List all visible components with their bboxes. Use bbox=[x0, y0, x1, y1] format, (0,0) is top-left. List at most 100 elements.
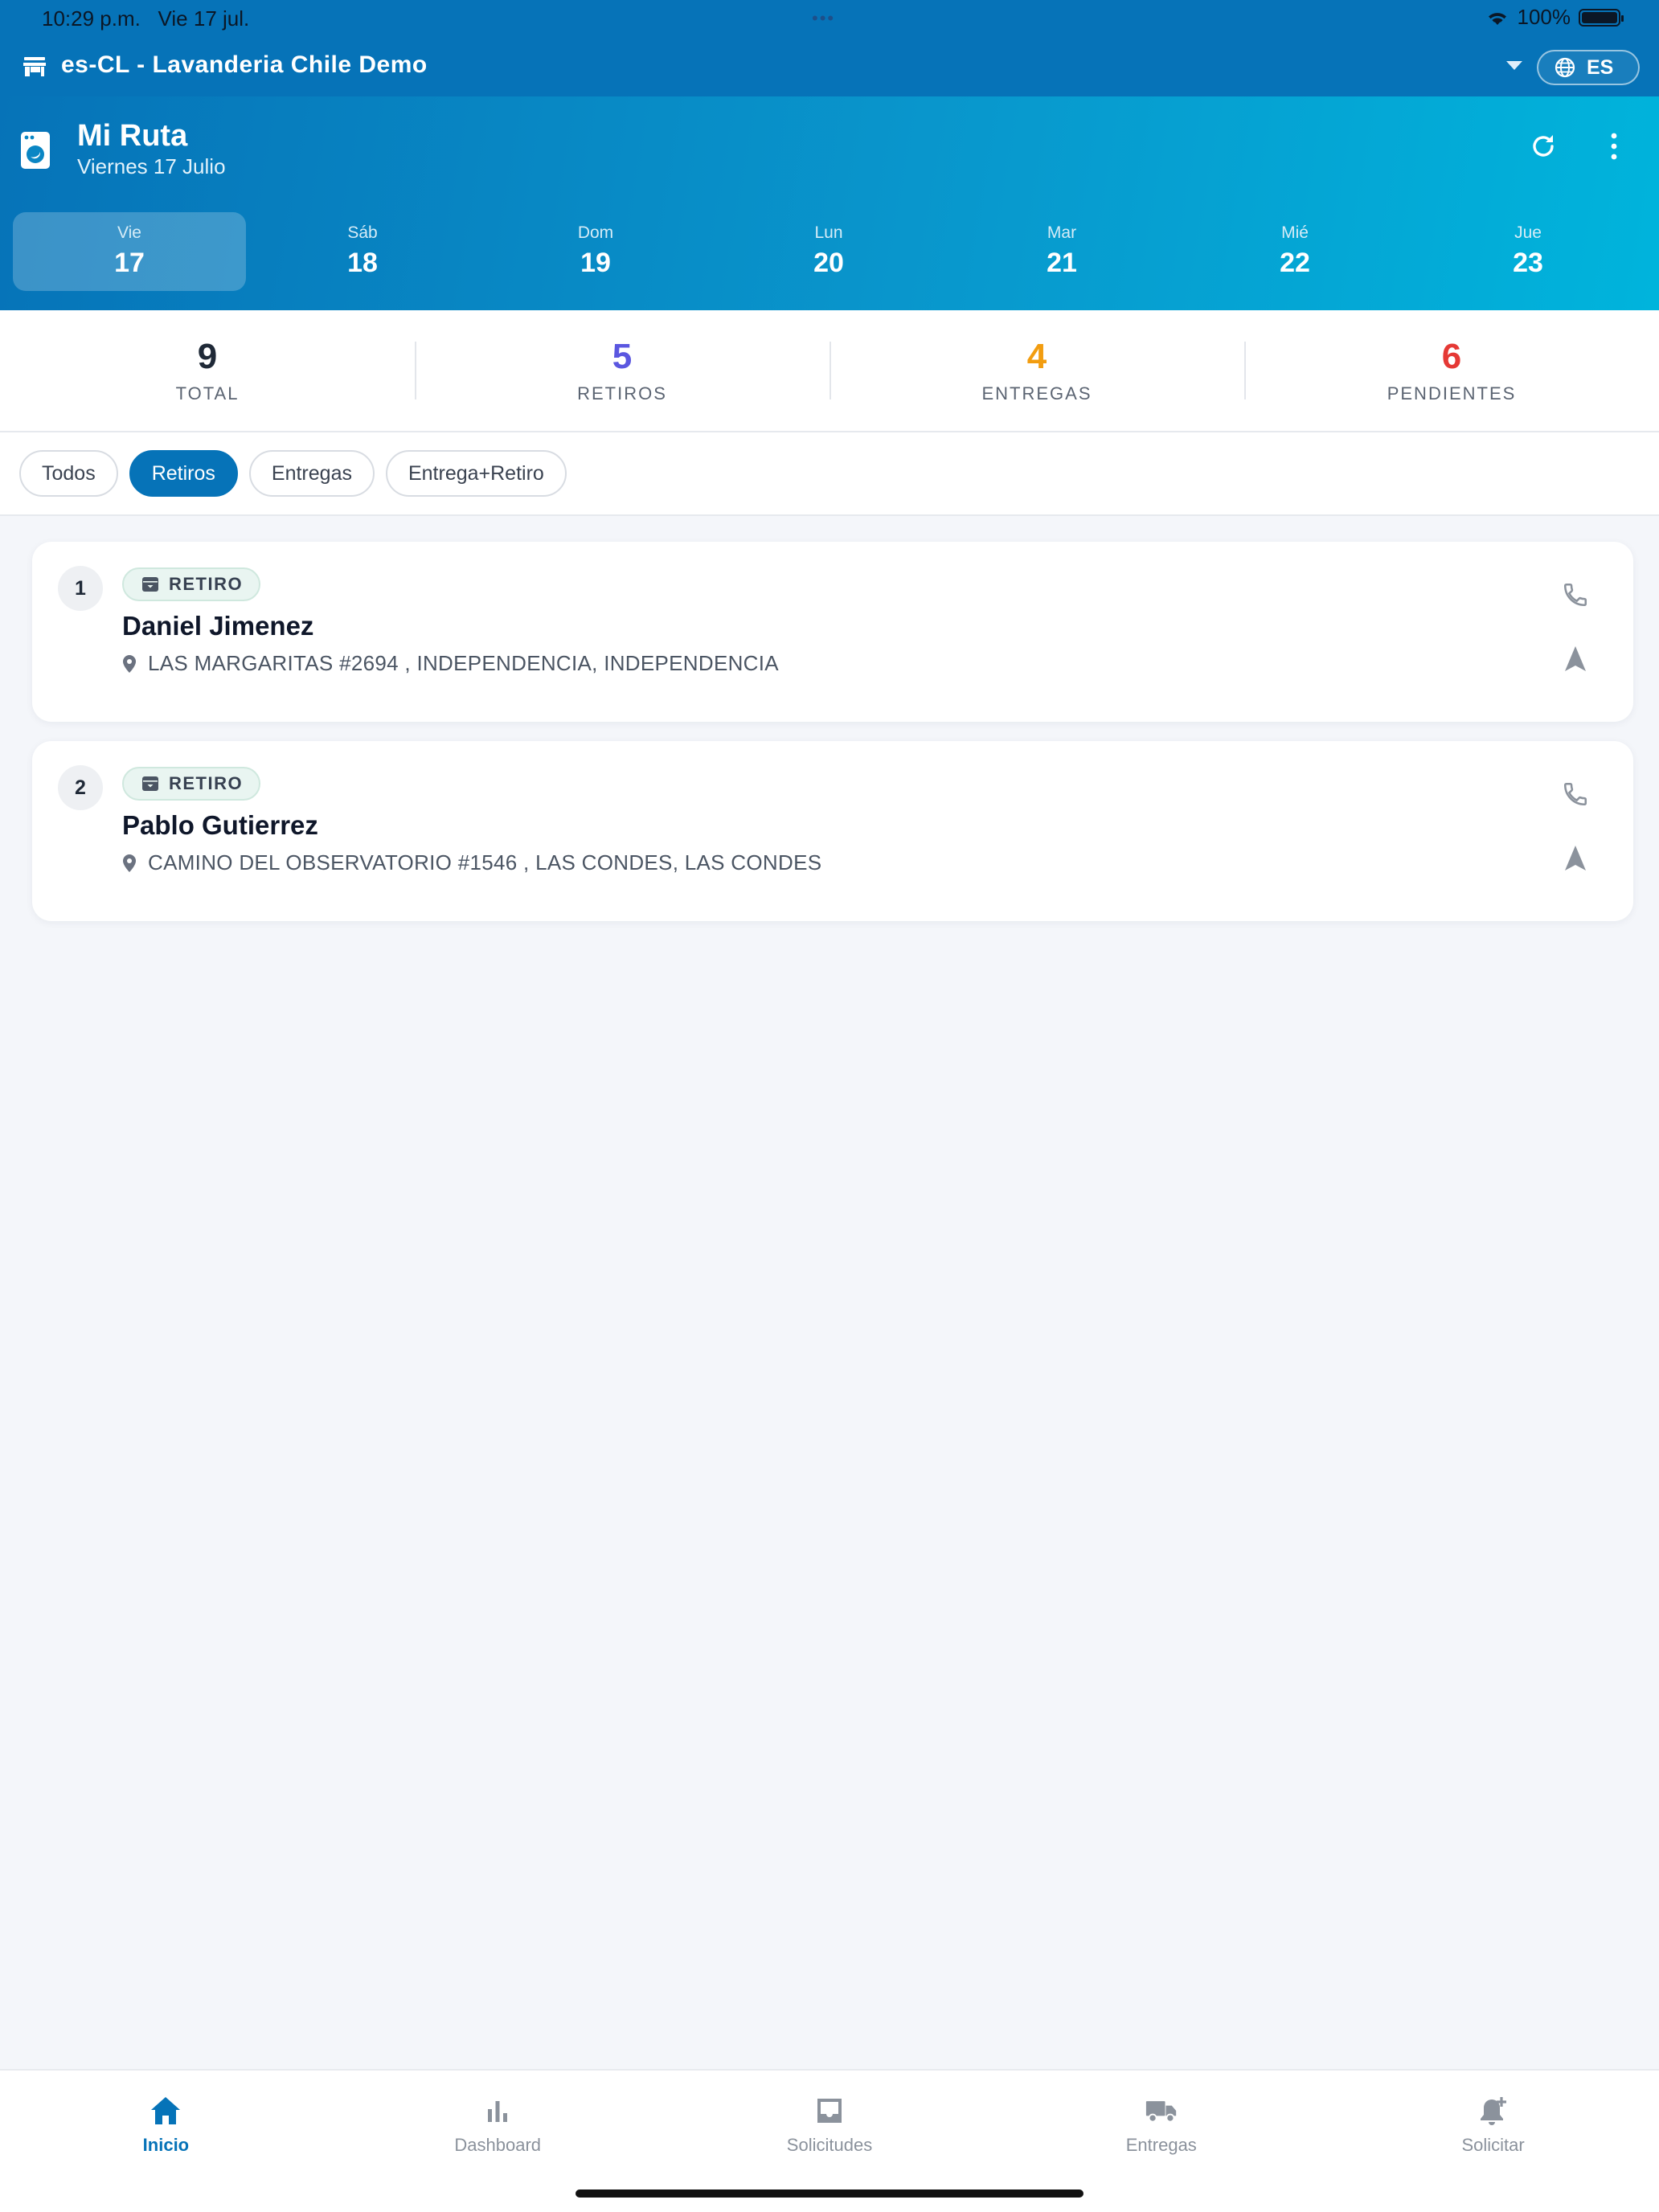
tab-label: Inicio bbox=[142, 2135, 190, 2155]
multitasking-dots[interactable]: ••• bbox=[812, 8, 835, 29]
tab-label: Solicitar bbox=[1461, 2135, 1525, 2155]
filter-todos[interactable]: Todos bbox=[19, 450, 118, 497]
inbox-icon bbox=[813, 2095, 846, 2127]
day-number: 22 bbox=[1280, 248, 1310, 278]
filter-chips: Todos Retiros Entregas Entrega+Retiro bbox=[0, 432, 1659, 516]
day-number: 19 bbox=[580, 248, 611, 278]
stop-card[interactable]: 2 RETIRO Pablo Gutierrez CAMINO DEL OBSE… bbox=[32, 741, 1633, 921]
store-name[interactable]: es-CL - Lavanderia Chile Demo bbox=[61, 51, 428, 79]
stat-value: 5 bbox=[612, 337, 633, 376]
day-mar[interactable]: Mar 21 bbox=[945, 212, 1178, 291]
stat-label: TOTAL bbox=[175, 383, 240, 403]
navigate-button[interactable] bbox=[1558, 841, 1593, 876]
day-name: Sáb bbox=[347, 223, 378, 242]
day-name: Dom bbox=[577, 223, 614, 242]
day-jue[interactable]: Jue 23 bbox=[1411, 212, 1645, 291]
filter-retiros[interactable]: Retiros bbox=[129, 450, 238, 497]
language-selector[interactable]: ES bbox=[1537, 50, 1640, 85]
status-indicators: 100% bbox=[1485, 5, 1624, 30]
battery-percent: 100% bbox=[1517, 5, 1571, 29]
home-indicator[interactable] bbox=[576, 2189, 1083, 2198]
day-name: Mar bbox=[1047, 223, 1077, 242]
filter-entrega-retiro[interactable]: Entrega+Retiro bbox=[385, 450, 567, 497]
day-lun[interactable]: Lun 20 bbox=[712, 212, 945, 291]
chevron-down-icon[interactable] bbox=[1506, 61, 1522, 70]
stat-retiros: 5 RETIROS bbox=[415, 338, 830, 403]
day-name: Jue bbox=[1514, 223, 1542, 242]
refresh-button[interactable] bbox=[1526, 129, 1561, 164]
navigation-arrow-icon bbox=[1565, 646, 1586, 671]
day-sab[interactable]: Sáb 18 bbox=[246, 212, 479, 291]
stats-summary: 9 TOTAL 5 RETIROS 4 ENTREGAS 6 PENDIENTE… bbox=[0, 310, 1659, 432]
stat-label: RETIROS bbox=[577, 383, 667, 403]
stat-total: 9 TOTAL bbox=[0, 337, 415, 404]
phone-icon bbox=[1563, 583, 1587, 607]
stat-value: 6 bbox=[1441, 337, 1462, 376]
day-number: 21 bbox=[1047, 248, 1077, 278]
washing-machine-icon bbox=[21, 132, 50, 169]
call-button[interactable] bbox=[1558, 577, 1593, 612]
day-number: 18 bbox=[347, 248, 378, 278]
stop-card[interactable]: 1 RETIRO Daniel Jimenez LAS MARGARITAS #… bbox=[32, 542, 1633, 722]
day-number: 23 bbox=[1513, 248, 1543, 278]
stat-label: PENDIENTES bbox=[1387, 383, 1517, 403]
day-name: Mié bbox=[1281, 223, 1309, 242]
stat-value: 4 bbox=[1026, 337, 1047, 376]
page-title: Mi Ruta bbox=[77, 119, 188, 153]
truck-icon bbox=[1145, 2095, 1178, 2127]
address-text: LAS MARGARITAS #2694 , INDEPENDENCIA, IN… bbox=[148, 651, 779, 675]
day-number: 20 bbox=[813, 248, 844, 278]
status-time: 10:29 p.m. Vie 17 jul. bbox=[42, 6, 250, 31]
client-address: CAMINO DEL OBSERVATORIO #1546 , LAS COND… bbox=[122, 850, 821, 875]
stat-entregas: 4 ENTREGAS bbox=[830, 338, 1244, 403]
language-label: ES bbox=[1587, 55, 1614, 79]
more-vert-icon bbox=[1611, 133, 1617, 160]
location-pin-icon bbox=[123, 854, 136, 872]
stop-type-badge: RETIRO bbox=[122, 767, 261, 801]
tab-solicitar[interactable]: Solicitar bbox=[1327, 2071, 1659, 2212]
archive-icon bbox=[142, 577, 158, 592]
client-name: Pablo Gutierrez bbox=[122, 810, 318, 840]
day-mie[interactable]: Mié 22 bbox=[1178, 212, 1411, 291]
refresh-icon bbox=[1533, 135, 1554, 157]
stop-number: 2 bbox=[58, 765, 103, 810]
stop-type-badge: RETIRO bbox=[122, 567, 261, 601]
day-name: Vie bbox=[117, 223, 141, 242]
day-dom[interactable]: Dom 19 bbox=[479, 212, 712, 291]
page-subtitle: Viernes 17 Julio bbox=[77, 154, 226, 178]
store-icon bbox=[23, 57, 46, 76]
day-name: Lun bbox=[814, 223, 843, 242]
location-pin-icon bbox=[123, 654, 136, 673]
tab-inicio[interactable]: Inicio bbox=[0, 2071, 332, 2212]
phone-icon bbox=[1563, 782, 1587, 806]
navigation-arrow-icon bbox=[1565, 846, 1586, 870]
tab-label: Entregas bbox=[1125, 2135, 1197, 2155]
app-screen: 10:29 p.m. Vie 17 jul. ••• 100% es-CL - … bbox=[0, 0, 1659, 2212]
call-button[interactable] bbox=[1558, 776, 1593, 812]
client-name: Daniel Jimenez bbox=[122, 611, 314, 641]
route-header: Mi Ruta Viernes 17 Julio Vie 17 Sáb 18 D… bbox=[0, 96, 1659, 310]
stop-type-label: RETIRO bbox=[169, 773, 244, 793]
client-address: LAS MARGARITAS #2694 , INDEPENDENCIA, IN… bbox=[122, 651, 779, 676]
bar-chart-icon bbox=[481, 2095, 514, 2127]
navigate-button[interactable] bbox=[1558, 641, 1593, 677]
more-options-button[interactable] bbox=[1600, 129, 1628, 164]
filter-entregas[interactable]: Entregas bbox=[248, 450, 375, 497]
stat-pendientes: 6 PENDIENTES bbox=[1244, 338, 1659, 403]
tab-label: Dashboard bbox=[454, 2135, 542, 2155]
tab-label: Solicitudes bbox=[786, 2135, 873, 2155]
stat-label: ENTREGAS bbox=[981, 383, 1092, 403]
day-vie[interactable]: Vie 17 bbox=[13, 212, 246, 291]
day-number: 17 bbox=[114, 248, 145, 278]
stat-value: 9 bbox=[197, 337, 218, 376]
app-bar: 10:29 p.m. Vie 17 jul. ••• 100% es-CL - … bbox=[0, 0, 1659, 96]
address-text: CAMINO DEL OBSERVATORIO #1546 , LAS COND… bbox=[148, 850, 822, 875]
stop-number: 1 bbox=[58, 566, 103, 611]
battery-icon bbox=[1579, 8, 1624, 27]
globe-icon bbox=[1555, 57, 1575, 78]
stop-type-label: RETIRO bbox=[169, 574, 244, 594]
bell-plus-icon bbox=[1477, 2095, 1509, 2127]
wifi-icon bbox=[1488, 12, 1506, 25]
home-icon bbox=[150, 2095, 182, 2127]
day-selector: Vie 17 Sáb 18 Dom 19 Lun 20 Mar 21 Mié 2… bbox=[13, 212, 1646, 291]
